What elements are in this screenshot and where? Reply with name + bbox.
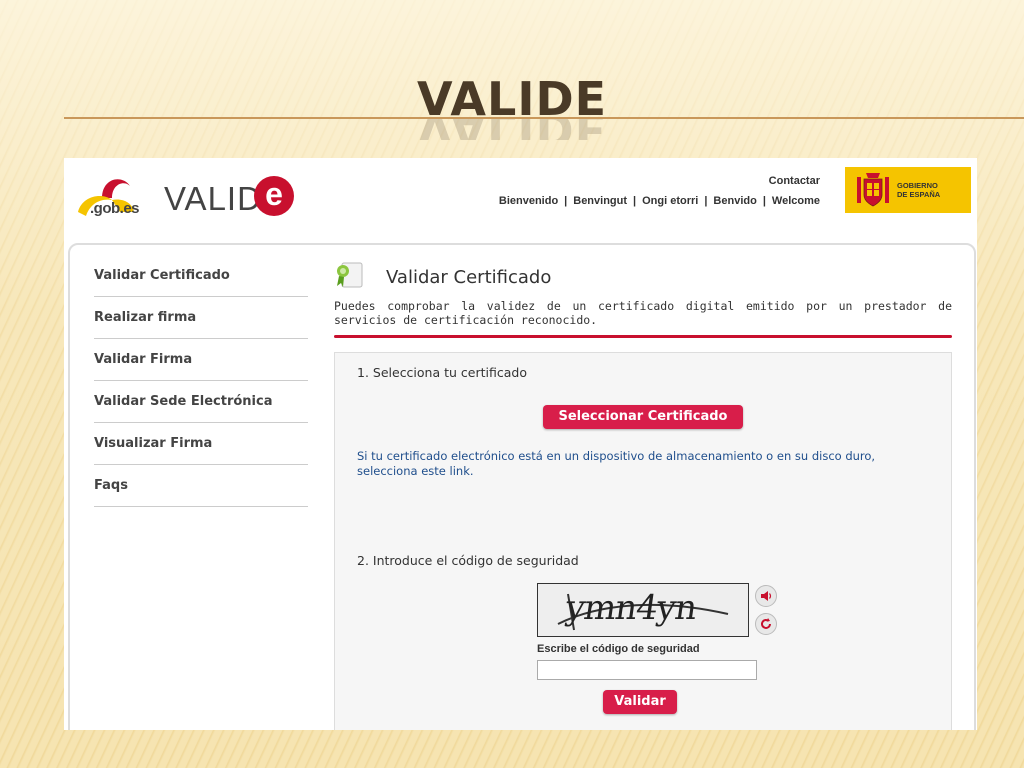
- slide-title-reflection: VALIDE: [0, 118, 1024, 140]
- separator: |: [633, 195, 637, 207]
- language-nav: Bienvenido | Benvingut | Ongi etorri | Benv…: [499, 195, 820, 207]
- title-underline: [334, 335, 952, 338]
- validation-panel: 1. Selecciona tu certificado Seleccionar…: [334, 352, 952, 730]
- validar-button[interactable]: Validar: [603, 690, 677, 714]
- gobierno-espana-text: GOBIERNO DE ESPAÑA: [897, 181, 940, 199]
- title-rule: [64, 117, 1024, 119]
- contact-link[interactable]: Contactar: [769, 175, 820, 187]
- gob-es-text: .gob.es: [90, 200, 140, 217]
- lang-link-ca[interactable]: Benvingut: [573, 195, 627, 207]
- captcha-label: Escribe el código de seguridad: [537, 643, 700, 655]
- main-content: Validar Certificado Puedes comprobar la …: [334, 259, 952, 730]
- captcha-text: ymn4yn: [563, 588, 699, 628]
- lang-link-en[interactable]: Welcome: [772, 195, 820, 207]
- separator: |: [762, 195, 766, 207]
- sidebar: Validar Certificado Realizar firma Valid…: [94, 255, 308, 507]
- audio-captcha-icon[interactable]: [755, 585, 777, 607]
- step1-label: 1. Selecciona tu certificado: [357, 365, 527, 380]
- step2-label: 2. Introduce el código de seguridad: [357, 553, 579, 568]
- separator: |: [704, 195, 708, 207]
- valide-logo-word: VALID: [164, 180, 262, 217]
- coat-of-arms-icon: [857, 173, 889, 207]
- certificate-icon: [337, 262, 363, 288]
- intro-text: Puedes comprobar la validez de un certif…: [334, 299, 952, 327]
- sidebar-item-realizar-firma[interactable]: Realizar firma: [94, 297, 308, 339]
- lang-link-es[interactable]: Bienvenido: [499, 195, 558, 207]
- file-certificate-link[interactable]: Si tu certificado electrónico está en un…: [357, 449, 917, 479]
- lang-link-gl[interactable]: Benvido: [713, 195, 756, 207]
- gobierno-line1: GOBIERNO: [897, 181, 938, 190]
- valide-logo[interactable]: VALID e: [164, 176, 294, 220]
- lang-link-eu[interactable]: Ongi etorri: [642, 195, 698, 207]
- main-frame: Validar Certificado Realizar firma Valid…: [68, 243, 976, 730]
- gobierno-espana-logo[interactable]: GOBIERNO DE ESPAÑA: [845, 167, 971, 213]
- separator: |: [564, 195, 568, 207]
- refresh-captcha-icon[interactable]: [755, 613, 777, 635]
- sidebar-item-validar-certificado[interactable]: Validar Certificado: [94, 255, 308, 297]
- sidebar-item-validar-sede[interactable]: Validar Sede Electrónica: [94, 381, 308, 423]
- sidebar-item-validar-firma[interactable]: Validar Firma: [94, 339, 308, 381]
- captcha-image: ymn4yn: [537, 583, 749, 637]
- page-title: Validar Certificado: [386, 267, 552, 288]
- select-certificate-button[interactable]: Seleccionar Certificado: [543, 405, 743, 429]
- page-header: Validar Certificado: [334, 259, 952, 295]
- site-header: .gob.es VALID e Contactar Bienvenido | Be…: [64, 158, 977, 238]
- valide-logo-e: e: [254, 176, 294, 216]
- gobierno-line2: DE ESPAÑA: [897, 190, 941, 199]
- captcha-input[interactable]: [537, 660, 757, 680]
- sidebar-item-faqs[interactable]: Faqs: [94, 465, 308, 507]
- screenshot: .gob.es VALID e Contactar Bienvenido | Be…: [64, 158, 977, 730]
- sidebar-item-visualizar-firma[interactable]: Visualizar Firma: [94, 423, 308, 465]
